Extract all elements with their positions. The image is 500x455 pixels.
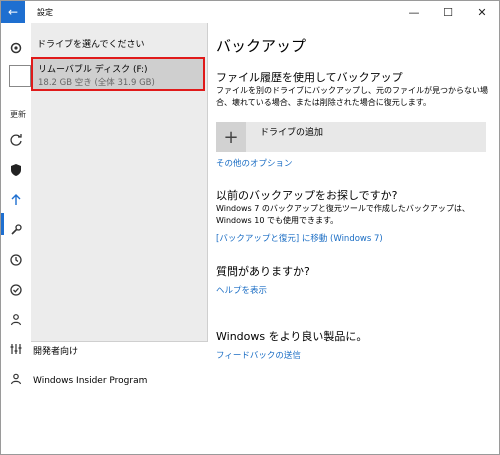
wrench-icon[interactable] [7,221,25,239]
settings-window: ← 設定 — ☐ ✕ 更新 ドライブを選んでください リムーバブル ディスク (… [0,0,500,455]
back-button[interactable]: ← [1,1,25,23]
file-history-title: ファイル履歴を使用してバックアップ [216,71,403,84]
drive-size: 18.2 GB 空き (全体 31.9 GB) [38,78,155,88]
older-backup-description: Windows 7 のバックアップと復元ツールで作成したバックアップは、Wind… [216,204,470,225]
insider-icon [9,373,23,388]
maximize-icon: ☐ [443,5,453,19]
feedback-title: Windows をより良い製品に。 [216,330,368,343]
minimize-icon: — [408,5,420,19]
back-arrow-icon: ← [7,5,19,19]
drive-name: リムーバブル ディスク (F:) [38,65,148,75]
sidebar-item-label: 開発者向け [33,347,79,357]
maximize-button[interactable]: ☐ [431,1,465,23]
plus-icon: + [216,122,246,152]
add-drive-button[interactable]: + ドライブの追加 [216,122,486,152]
person-key-icon[interactable] [7,311,25,329]
add-drive-label: ドライブの追加 [260,128,324,138]
gear-icon[interactable] [7,39,25,57]
title-bar: ← 設定 — ☐ ✕ [1,1,499,23]
check-circle-icon[interactable] [7,281,25,299]
page-title: バックアップ [216,37,307,55]
feedback-link[interactable]: フィードバックの送信 [216,349,301,361]
file-history-description: ファイルを別のドライブにバックアップし、元のファイルが見つからない場合、壊れてい… [216,86,488,107]
search-input[interactable] [9,65,31,87]
nav-rail: 更新 [1,23,31,454]
sync-icon[interactable] [7,131,25,149]
rail-update-label: 更新 [10,110,26,119]
drive-picker-header: ドライブを選んでください [37,40,145,50]
history-icon[interactable] [7,251,25,269]
window-controls: — ☐ ✕ [397,1,499,23]
backup-arrow-icon[interactable] [7,191,25,209]
question-title: 質問がありますか? [216,265,310,278]
developer-icon [9,343,23,358]
close-button[interactable]: ✕ [465,1,499,23]
backup-restore-link[interactable]: [バックアップと復元] に移動 (Windows 7) [216,232,383,244]
drive-picker-panel: ドライブを選んでください リムーバブル ディスク (F:) 18.2 GB 空き… [31,23,208,342]
sidebar-item-insider[interactable]: Windows Insider Program [9,373,147,388]
rail-active-indicator [1,213,4,235]
close-icon: ✕ [477,5,487,19]
other-options-link[interactable]: その他のオプション [216,157,293,169]
older-backup-title: 以前のバックアップをお探しですか? [216,189,398,202]
help-link[interactable]: ヘルプを表示 [216,284,267,296]
shield-icon[interactable] [7,161,25,179]
drive-option-removable-f[interactable]: リムーバブル ディスク (F:) 18.2 GB 空き (全体 31.9 GB) [31,57,205,91]
sidebar-item-developer[interactable]: 開発者向け [9,343,78,358]
window-title: 設定 [37,7,53,17]
sidebar-item-label: Windows Insider Program [33,375,148,386]
minimize-button[interactable]: — [397,1,431,23]
